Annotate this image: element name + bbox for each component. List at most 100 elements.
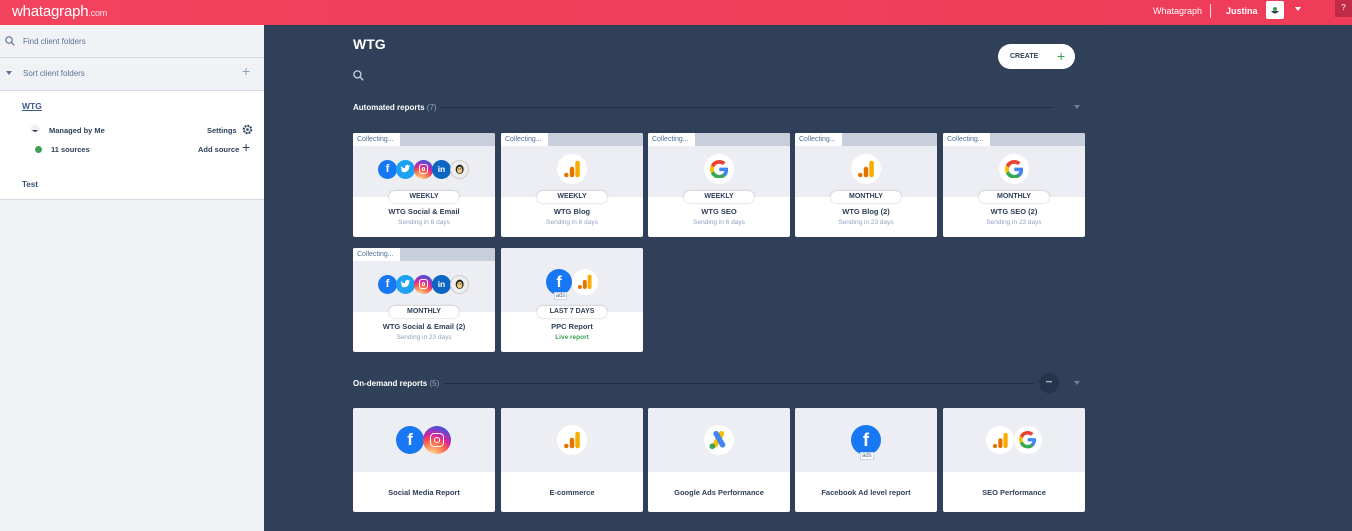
report-card[interactable]: Collecting... f in MONTHLY WTG Social & E… bbox=[353, 248, 495, 352]
card-source-icons: f ads bbox=[501, 267, 643, 300]
google-analytics-icon bbox=[557, 154, 587, 184]
card-source-icons: f bbox=[353, 425, 495, 455]
report-status: Sending in 6 days bbox=[546, 219, 598, 226]
report-card[interactable]: Collecting... WEEKLY WTG SEO Sending in … bbox=[648, 133, 790, 237]
collecting-badge: Collecting... bbox=[795, 133, 842, 146]
report-status: Sending in 6 days bbox=[693, 219, 745, 226]
report-status: Sending in 6 days bbox=[398, 219, 450, 226]
card-source-icons bbox=[943, 154, 1085, 184]
ondemand-report-card[interactable]: Google Ads Performance bbox=[648, 408, 790, 512]
frequency-badge: MONTHLY bbox=[389, 306, 459, 318]
report-status: Live report bbox=[555, 334, 589, 341]
facebook-ads-icon: f ads bbox=[851, 425, 881, 461]
automated-reports-header: Automated reports (7) bbox=[353, 103, 437, 112]
linkedin-icon: in bbox=[432, 274, 451, 294]
card-source-icons bbox=[795, 154, 937, 184]
logo-text: whatagraph bbox=[12, 3, 89, 20]
avatar[interactable] bbox=[1266, 1, 1284, 19]
sort-label[interactable]: Sort client folders bbox=[23, 69, 85, 78]
report-card[interactable]: Collecting... f in WEEKLY WTG Social & Em… bbox=[353, 133, 495, 237]
plus-icon: + bbox=[1057, 48, 1066, 64]
report-card[interactable]: Collecting... MONTHLY WTG SEO (2) Sendin… bbox=[943, 133, 1085, 237]
more-options-button[interactable]: ••• bbox=[1039, 373, 1059, 393]
folder-settings-link[interactable]: Settings bbox=[207, 126, 237, 135]
gear-icon[interactable] bbox=[242, 124, 253, 135]
google-icon bbox=[1014, 426, 1042, 454]
user-menu-chevron-icon[interactable] bbox=[1295, 7, 1301, 11]
ondemand-report-card[interactable]: SEO Performance bbox=[943, 408, 1085, 512]
frequency-badge: WEEKLY bbox=[537, 191, 607, 203]
linkedin-icon: in bbox=[432, 159, 451, 179]
whatagraph-link[interactable]: Whatagraph bbox=[1153, 6, 1202, 16]
google-icon bbox=[999, 154, 1029, 184]
add-source-link[interactable]: Add source bbox=[198, 145, 239, 154]
section-count: (7) bbox=[426, 103, 437, 112]
report-name: PPC Report bbox=[551, 322, 593, 331]
help-button[interactable]: ? bbox=[1335, 0, 1352, 17]
collecting-badge: Collecting... bbox=[353, 133, 400, 146]
collecting-badge: Collecting... bbox=[501, 133, 548, 146]
ondemand-report-card[interactable]: f Social Media Report bbox=[353, 408, 495, 512]
collecting-badge: Collecting... bbox=[648, 133, 695, 146]
facebook-icon: f bbox=[378, 159, 397, 179]
report-name: Social Media Report bbox=[388, 488, 460, 497]
collapse-chevron-icon[interactable] bbox=[1074, 105, 1080, 109]
folder-sources: 11 sources bbox=[51, 145, 90, 154]
status-dot bbox=[35, 146, 42, 153]
report-status: Sending in 23 days bbox=[838, 219, 894, 226]
folder-test[interactable]: Test bbox=[0, 167, 264, 200]
frequency-badge: WEEKLY bbox=[389, 191, 459, 203]
collecting-badge: Collecting... bbox=[943, 133, 990, 146]
logo[interactable]: whatagraph.com bbox=[12, 3, 107, 20]
user-name[interactable]: Justina bbox=[1226, 6, 1258, 16]
folder-name[interactable]: Test bbox=[22, 180, 38, 189]
report-card[interactable]: Collecting... WEEKLY WTG Blog Sending in… bbox=[501, 133, 643, 237]
report-card[interactable]: f ads LAST 7 DAYS PPC Report Live report bbox=[501, 248, 643, 352]
google-icon bbox=[704, 154, 734, 184]
report-name: WTG Blog bbox=[553, 207, 591, 216]
report-search-icon[interactable] bbox=[353, 70, 364, 81]
report-status: Sending in 23 days bbox=[986, 219, 1042, 226]
card-source-icons bbox=[648, 154, 790, 184]
twitter-icon bbox=[396, 159, 415, 179]
section-divider bbox=[440, 107, 1052, 108]
frequency-badge: MONTHLY bbox=[831, 191, 901, 203]
ondemand-report-card[interactable]: f ads Facebook Ad level report bbox=[795, 408, 937, 512]
report-name: WTG SEO (2) bbox=[990, 207, 1038, 216]
collapse-chevron-icon[interactable] bbox=[1074, 381, 1080, 385]
report-name: WTG Social & Email bbox=[388, 207, 460, 216]
section-label: Automated reports bbox=[353, 103, 425, 112]
google-analytics-icon bbox=[572, 269, 598, 295]
folder-search[interactable]: Find client folders bbox=[0, 25, 264, 58]
report-name: WTG Blog (2) bbox=[842, 207, 890, 216]
sort-chevron-icon[interactable] bbox=[6, 71, 12, 75]
report-name: Google Ads Performance bbox=[674, 488, 764, 497]
report-name: SEO Performance bbox=[982, 488, 1046, 497]
instagram-icon bbox=[423, 426, 451, 454]
add-folder-icon[interactable]: + bbox=[242, 63, 250, 79]
google-analytics-icon bbox=[986, 426, 1014, 454]
folder-name[interactable]: WTG bbox=[22, 101, 42, 111]
folder-wtg[interactable]: WTG Managed by Me Settings 11 sources Ad… bbox=[0, 91, 264, 167]
create-button[interactable]: CREATE + bbox=[998, 44, 1075, 69]
ondemand-report-card[interactable]: E-commerce bbox=[501, 408, 643, 512]
add-source-icon[interactable]: + bbox=[242, 139, 250, 155]
card-source-icons bbox=[648, 425, 790, 455]
instagram-icon bbox=[414, 159, 433, 179]
avatar-icon bbox=[1271, 7, 1279, 14]
report-card[interactable]: Collecting... MONTHLY WTG Blog (2) Sendi… bbox=[795, 133, 937, 237]
search-input[interactable]: Find client folders bbox=[23, 37, 86, 46]
card-source-icons bbox=[501, 154, 643, 184]
card-source-icons: f ads bbox=[795, 425, 937, 461]
topbar-divider bbox=[1210, 4, 1211, 18]
facebook-icon: f bbox=[378, 274, 397, 294]
collecting-badge: Collecting... bbox=[353, 248, 400, 261]
sidebar: Find client folders Sort client folders … bbox=[0, 25, 264, 531]
sort-folders[interactable]: Sort client folders + bbox=[0, 58, 264, 91]
folder-owner: Managed by Me bbox=[49, 126, 105, 135]
main-content: WTG CREATE + Automated reports (7) Colle… bbox=[264, 25, 1352, 531]
frequency-badge: WEEKLY bbox=[684, 191, 754, 203]
search-icon bbox=[5, 36, 15, 46]
card-source-icons bbox=[943, 425, 1085, 455]
logo-suffix: .com bbox=[88, 8, 108, 18]
